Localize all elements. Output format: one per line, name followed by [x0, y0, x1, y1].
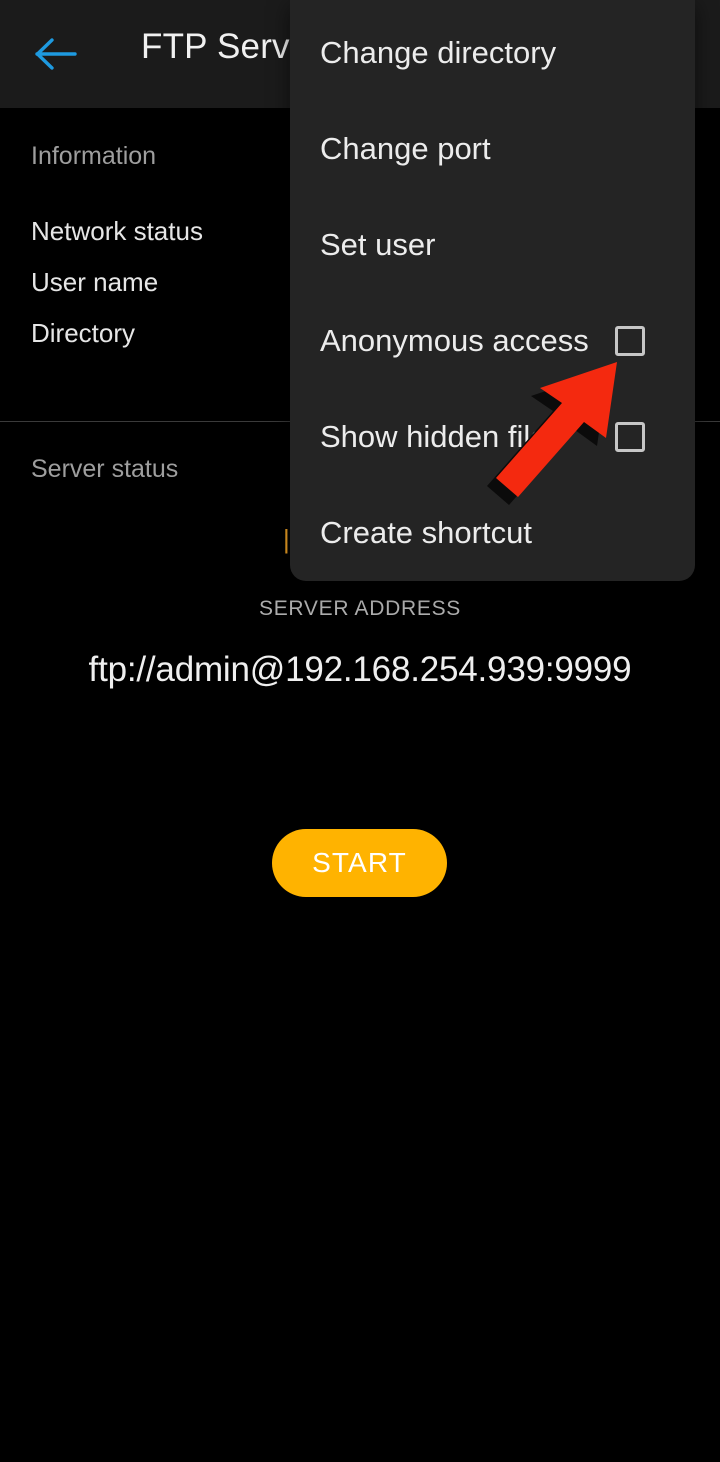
menu-item-label: Show hidden files: [320, 419, 563, 454]
info-row-user-name[interactable]: User name: [31, 267, 158, 298]
menu-item-change-directory[interactable]: Change directory: [290, 5, 695, 101]
arrow-left-icon: [34, 36, 78, 72]
menu-item-show-hidden-files[interactable]: Show hidden files: [290, 389, 695, 485]
show-hidden-files-checkbox[interactable]: [615, 422, 645, 452]
menu-item-create-shortcut[interactable]: Create shortcut: [290, 485, 695, 581]
back-button[interactable]: [28, 28, 84, 80]
menu-item-label: Change directory: [320, 35, 557, 70]
menu-item-change-port[interactable]: Change port: [290, 101, 695, 197]
overflow-menu: Change directory Change port Set user An…: [290, 0, 695, 581]
menu-item-label: Anonymous access: [320, 323, 589, 358]
menu-item-anonymous-access[interactable]: Anonymous access: [290, 293, 695, 389]
app-screen: FTP Server Information Network status Us…: [0, 0, 720, 1462]
menu-item-label: Change port: [320, 131, 491, 166]
server-address-caption: SERVER ADDRESS: [259, 597, 461, 620]
menu-item-label: Set user: [320, 227, 436, 262]
info-row-network-status[interactable]: Network status: [31, 216, 203, 247]
anonymous-access-checkbox[interactable]: [615, 326, 645, 356]
server-address-value: ftp://admin@192.168.254.939:9999: [88, 650, 632, 689]
information-section-header: Information: [31, 142, 157, 170]
menu-item-label: Create shortcut: [320, 515, 532, 550]
start-button[interactable]: START: [272, 829, 447, 897]
info-row-directory[interactable]: Directory: [31, 318, 135, 349]
server-status-section-header: Server status: [31, 455, 179, 483]
menu-item-set-user[interactable]: Set user: [290, 197, 695, 293]
